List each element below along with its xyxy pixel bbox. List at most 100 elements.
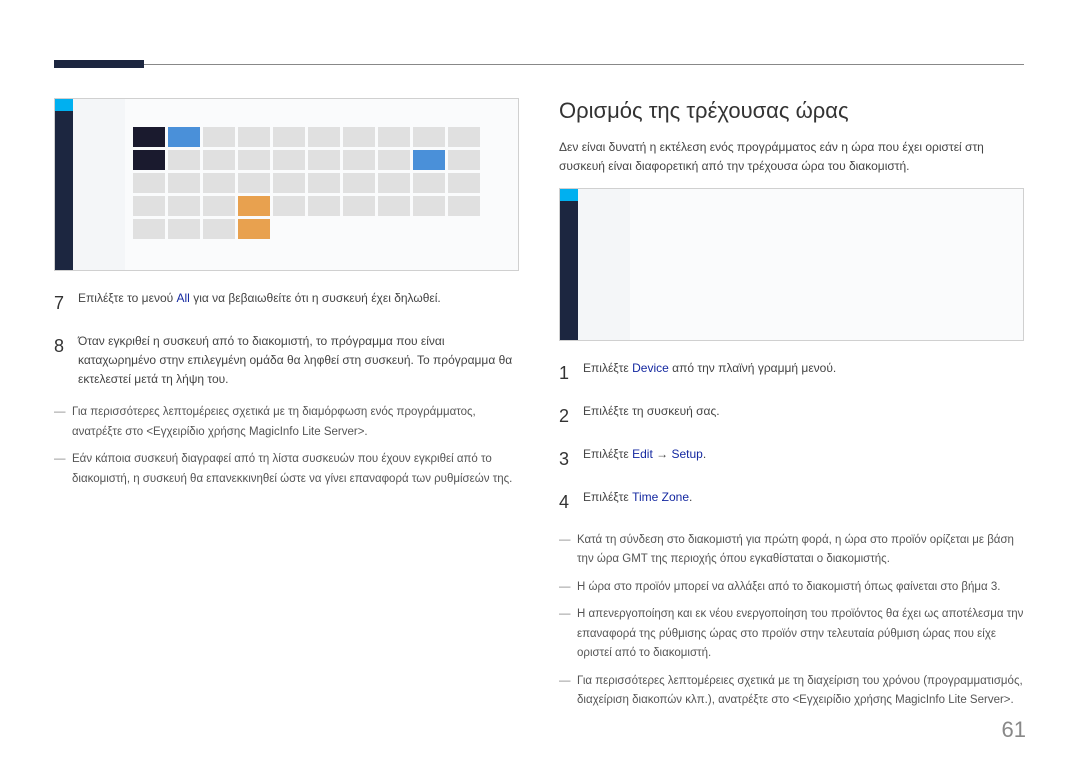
text-post: για να βεβαιωθείτε ότι η συσκευή έχει δη… bbox=[190, 291, 441, 305]
thumb bbox=[273, 196, 305, 216]
step-text: Επιλέξτε Edit → Setup. bbox=[583, 445, 1024, 474]
thumb bbox=[308, 150, 340, 170]
thumb bbox=[413, 127, 445, 147]
thumb bbox=[308, 196, 340, 216]
step-1: 1 Επιλέξτε Device από την πλαϊνή γραμμή … bbox=[559, 359, 1024, 388]
left-column: 7 Επιλέξτε το μενού All για να βεβαιωθεί… bbox=[54, 98, 519, 719]
thumb bbox=[273, 150, 305, 170]
link-edit: Edit bbox=[632, 447, 653, 461]
step-number: 1 bbox=[559, 359, 573, 388]
link-all: All bbox=[177, 291, 190, 305]
text-post: . bbox=[689, 490, 692, 504]
screenshot-sidebar-panel bbox=[578, 189, 630, 340]
step-2: 2 Επιλέξτε τη συσκευή σας. bbox=[559, 402, 1024, 431]
arrow: → bbox=[653, 447, 672, 461]
thumb bbox=[133, 127, 165, 147]
thumb bbox=[378, 196, 410, 216]
step-3: 3 Επιλέξτε Edit → Setup. bbox=[559, 445, 1024, 474]
thumb bbox=[203, 150, 235, 170]
thumb bbox=[133, 173, 165, 193]
thumb bbox=[238, 127, 270, 147]
content-wrapper: 7 Επιλέξτε το μενού All για να βεβαιωθεί… bbox=[54, 98, 1024, 719]
step-number: 4 bbox=[559, 488, 573, 517]
step-number: 3 bbox=[559, 445, 573, 474]
thumb bbox=[308, 127, 340, 147]
thumb bbox=[413, 196, 445, 216]
thumb bbox=[378, 150, 410, 170]
thumb bbox=[448, 127, 480, 147]
thumb bbox=[343, 127, 375, 147]
header-rule bbox=[54, 64, 1024, 65]
thumb bbox=[308, 173, 340, 193]
screenshot-device-grid bbox=[54, 98, 519, 271]
step-number: 8 bbox=[54, 332, 68, 390]
text-post: από την πλαϊνή γραμμή μενού. bbox=[669, 361, 836, 375]
step-text: Επιλέξτε τη συσκευή σας. bbox=[583, 402, 1024, 431]
thumb bbox=[378, 127, 410, 147]
step-text: Επιλέξτε Device από την πλαϊνή γραμμή με… bbox=[583, 359, 1024, 388]
thumb bbox=[413, 150, 445, 170]
screenshot-logo bbox=[55, 99, 73, 111]
thumb bbox=[203, 196, 235, 216]
note-1: Κατά τη σύνδεση στο διακομιστή για πρώτη… bbox=[559, 531, 1024, 570]
thumb bbox=[238, 150, 270, 170]
screenshot-main-area bbox=[630, 189, 1023, 340]
step-text: Όταν εγκριθεί η συσκευή από το διακομιστ… bbox=[78, 332, 519, 390]
thumb bbox=[343, 150, 375, 170]
screenshot-time-settings bbox=[559, 188, 1024, 341]
text-pre: Επιλέξτε bbox=[583, 361, 632, 375]
thumb bbox=[203, 173, 235, 193]
thumb bbox=[168, 173, 200, 193]
thumb bbox=[343, 196, 375, 216]
thumb bbox=[168, 196, 200, 216]
section-title: Ορισμός της τρέχουσας ώρας bbox=[559, 98, 1024, 124]
step-7: 7 Επιλέξτε το μενού All για να βεβαιωθεί… bbox=[54, 289, 519, 318]
step-text: Επιλέξτε Time Zone. bbox=[583, 488, 1024, 517]
header-tab bbox=[54, 60, 144, 68]
thumb bbox=[203, 219, 235, 239]
thumb bbox=[203, 127, 235, 147]
link-device: Device bbox=[632, 361, 669, 375]
page-number: 61 bbox=[1002, 717, 1026, 743]
screenshot-logo bbox=[560, 189, 578, 201]
text-pre: Επιλέξτε το μενού bbox=[78, 291, 177, 305]
note-1: Για περισσότερες λεπτομέρειες σχετικά με… bbox=[54, 403, 519, 442]
thumb bbox=[378, 173, 410, 193]
thumb bbox=[133, 219, 165, 239]
note-2: Η ώρα στο προϊόν μπορεί να αλλάξει από τ… bbox=[559, 578, 1024, 598]
thumb bbox=[133, 150, 165, 170]
thumb bbox=[168, 127, 200, 147]
thumb bbox=[448, 196, 480, 216]
step-number: 2 bbox=[559, 402, 573, 431]
screenshot-thumbnail-grid bbox=[133, 127, 510, 239]
screenshot-sidebar-nav bbox=[55, 99, 73, 270]
thumb bbox=[448, 173, 480, 193]
thumb bbox=[413, 173, 445, 193]
text-post: . bbox=[703, 447, 706, 461]
thumb bbox=[448, 150, 480, 170]
right-column: Ορισμός της τρέχουσας ώρας Δεν είναι δυν… bbox=[559, 98, 1024, 719]
thumb bbox=[238, 219, 270, 239]
note-3: Η απενεργοποίηση και εκ νέου ενεργοποίησ… bbox=[559, 605, 1024, 664]
text-pre: Επιλέξτε bbox=[583, 490, 632, 504]
step-number: 7 bbox=[54, 289, 68, 318]
thumb bbox=[168, 150, 200, 170]
thumb bbox=[238, 173, 270, 193]
step-4: 4 Επιλέξτε Time Zone. bbox=[559, 488, 1024, 517]
thumb bbox=[168, 219, 200, 239]
thumb bbox=[273, 173, 305, 193]
step-text: Επιλέξτε το μενού All για να βεβαιωθείτε… bbox=[78, 289, 519, 318]
link-timezone: Time Zone bbox=[632, 490, 689, 504]
intro-text: Δεν είναι δυνατή η εκτέλεση ενός προγράμ… bbox=[559, 138, 1024, 176]
screenshot-sidebar-panel bbox=[73, 99, 125, 270]
thumb bbox=[343, 173, 375, 193]
step-8: 8 Όταν εγκριθεί η συσκευή από το διακομι… bbox=[54, 332, 519, 390]
link-setup: Setup bbox=[671, 447, 702, 461]
thumb bbox=[133, 196, 165, 216]
note-4: Για περισσότερες λεπτομέρειες σχετικά με… bbox=[559, 672, 1024, 711]
screenshot-sidebar-nav bbox=[560, 189, 578, 340]
thumb bbox=[238, 196, 270, 216]
note-2: Εάν κάποια συσκευή διαγραφεί από τη λίστ… bbox=[54, 450, 519, 489]
thumb bbox=[273, 127, 305, 147]
text-pre: Επιλέξτε bbox=[583, 447, 632, 461]
